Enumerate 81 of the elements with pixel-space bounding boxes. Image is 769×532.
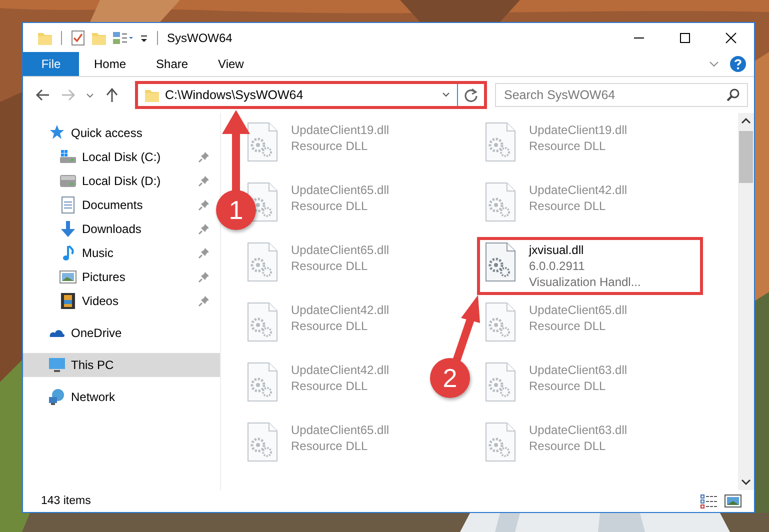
dll-file-icon[interactable]	[485, 182, 517, 223]
file-item[interactable]: jxvisual.dll 6.0.0.2911 Visualization Handl...	[477, 237, 703, 295]
file-detail: Resource DLL	[529, 438, 607, 454]
sidebar-item[interactable]: Local Disk (D:)	[23, 169, 220, 193]
scrollbar-thumb[interactable]	[739, 131, 753, 183]
file-detail: Resource DLL	[291, 318, 369, 334]
large-icons-view-icon[interactable]	[724, 493, 742, 509]
search-field[interactable]: Search SysWOW64	[495, 83, 748, 107]
dll-file-icon[interactable]	[247, 242, 279, 283]
monitor-icon	[48, 356, 66, 374]
chevron-down-icon[interactable]	[708, 59, 720, 69]
sidebar-item[interactable]: Pictures	[23, 265, 220, 289]
dll-file-icon[interactable]	[485, 422, 517, 463]
dll-file-icon[interactable]	[247, 122, 279, 163]
file-name: UpdateClient42.dll	[291, 302, 390, 318]
network-icon	[48, 388, 66, 406]
address-bar[interactable]: C:\Windows\SysWOW64	[135, 81, 487, 109]
callout-arrow	[452, 295, 480, 364]
details-view-icon[interactable]	[700, 493, 718, 509]
dll-file-icon[interactable]	[485, 122, 517, 163]
file-detail: Resource DLL	[529, 378, 607, 394]
maximize-icon	[679, 32, 691, 44]
drive-icon	[59, 172, 77, 190]
file-name: UpdateClient63.dll	[529, 422, 628, 438]
back-arrow-icon[interactable]	[35, 87, 51, 103]
sidebar-item[interactable]: OneDrive	[23, 321, 220, 345]
item-count: 143 items	[41, 495, 91, 507]
film-icon	[59, 292, 77, 310]
search-icon[interactable]	[726, 88, 740, 102]
sidebar-item[interactable]: Music	[23, 241, 220, 265]
dll-file-icon[interactable]	[247, 362, 279, 403]
file-name: UpdateClient19.dll	[291, 122, 390, 138]
sidebar-item[interactable]: Quick access	[23, 121, 220, 145]
sidebar-item[interactable]: Network	[23, 385, 220, 409]
folder-icon	[144, 87, 160, 103]
up-arrow-icon[interactable]	[104, 87, 120, 103]
file-detail: Resource DLL	[291, 198, 369, 214]
sidebar-item[interactable]: Videos	[23, 289, 220, 313]
download-arrow-icon	[59, 220, 77, 238]
picture-icon	[59, 268, 77, 286]
dll-file-icon[interactable]	[247, 422, 279, 463]
drive-icon	[59, 148, 77, 166]
file-menu-button[interactable]: File	[23, 52, 79, 76]
document-icon	[59, 196, 77, 214]
properties-icon[interactable]	[112, 30, 134, 46]
file-name: UpdateClient65.dll	[291, 422, 390, 438]
address-path[interactable]: C:\Windows\SysWOW64	[165, 88, 304, 102]
file-detail: Resource DLL	[291, 258, 369, 274]
file-detail: Resource DLL	[529, 138, 607, 154]
dll-file-icon[interactable]	[485, 242, 517, 283]
file-detail: Visualization Handl...	[529, 274, 641, 290]
file-detail: Resource DLL	[291, 138, 369, 154]
scroll-down-icon	[741, 478, 751, 486]
file-name: UpdateClient65.dll	[291, 242, 390, 258]
file-detail: Resource DLL	[291, 378, 369, 394]
file-name: UpdateClient65.dll	[291, 182, 390, 198]
ribbon-tab[interactable]: View	[203, 52, 259, 76]
file-name: UpdateClient63.dll	[529, 362, 628, 378]
dll-file-icon[interactable]	[247, 302, 279, 343]
file-name: jxvisual.dll	[529, 242, 585, 258]
close-icon	[725, 32, 737, 44]
file-name: UpdateClient19.dll	[529, 122, 628, 138]
file-name: UpdateClient42.dll	[529, 182, 628, 198]
file-detail: Resource DLL	[529, 198, 607, 214]
ribbon-tab[interactable]: Share	[141, 52, 204, 76]
dll-file-icon[interactable]	[485, 362, 517, 403]
file-name: UpdateClient65.dll	[529, 302, 628, 318]
sidebar-item[interactable]: Local Disk (C:)	[23, 145, 220, 169]
help-icon[interactable]	[730, 56, 746, 72]
file-detail: Resource DLL	[529, 318, 607, 334]
file-detail: Resource DLL	[291, 438, 369, 454]
file-name: UpdateClient42.dll	[291, 362, 390, 378]
checklist-icon[interactable]	[70, 30, 86, 46]
forward-arrow-icon[interactable]	[60, 87, 76, 103]
ribbon-tab[interactable]: Home	[79, 52, 142, 76]
scroll-up-icon	[741, 117, 751, 125]
star-icon	[48, 124, 66, 142]
file-detail: 6.0.0.2911	[529, 258, 586, 274]
dll-file-icon[interactable]	[485, 302, 517, 343]
sidebar-item[interactable]: This PC	[23, 353, 220, 377]
window-title: SysWOW64	[167, 30, 232, 44]
